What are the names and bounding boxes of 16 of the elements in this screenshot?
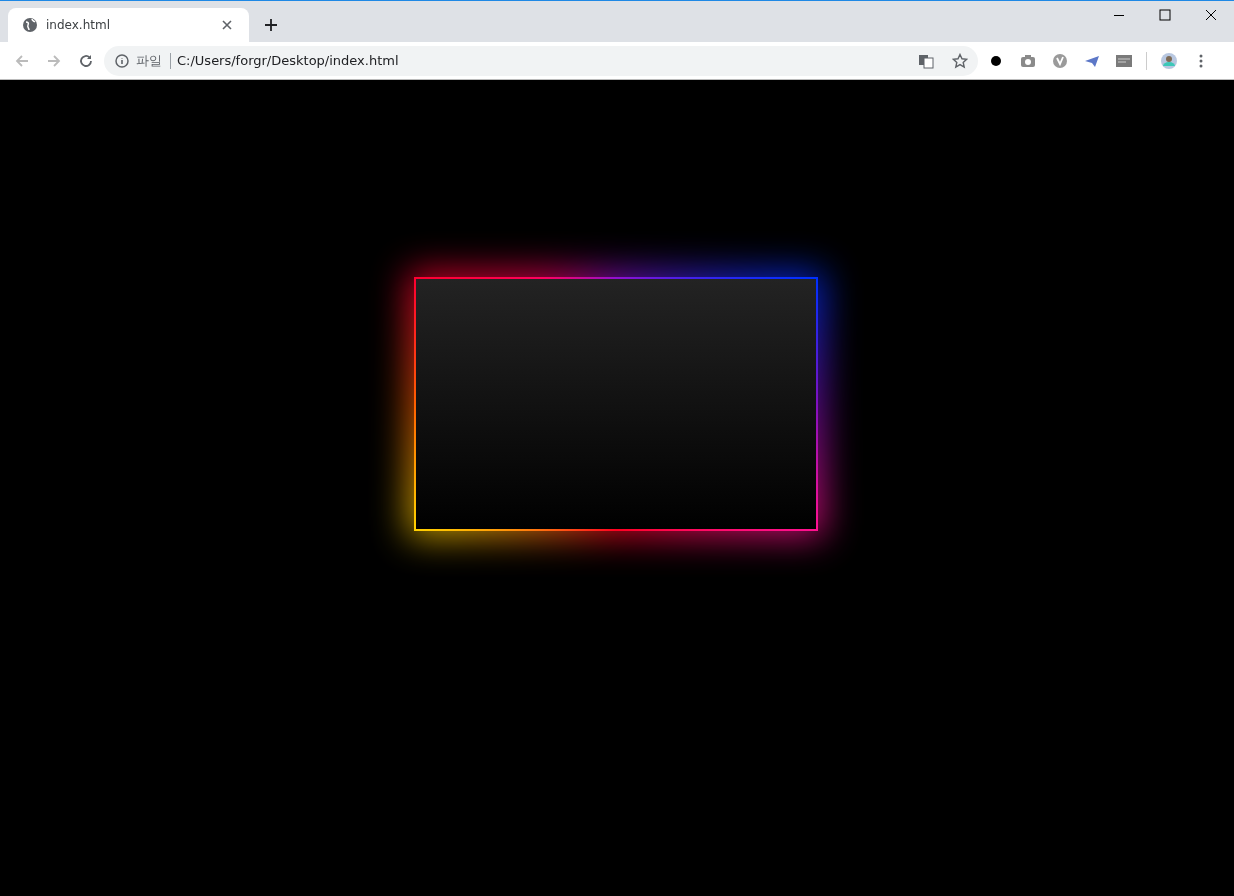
translate-icon (918, 52, 934, 69)
reload-icon (78, 52, 94, 69)
info-icon (114, 52, 130, 69)
forward-arrow-icon (46, 52, 62, 69)
scheme-label: 파일 (136, 52, 171, 69)
plus-icon (263, 17, 279, 33)
minimize-icon (1114, 14, 1124, 16)
url-text: C:/Users/forgr/Desktop/index.html (177, 53, 400, 68)
tab-title: index.html (46, 18, 111, 32)
browser-tab[interactable]: index.html (8, 8, 249, 42)
globe-icon (22, 17, 38, 33)
star-icon (952, 52, 968, 69)
maximize-icon (1157, 7, 1173, 23)
close-icon (1203, 7, 1219, 23)
back-arrow-icon (14, 52, 30, 69)
address-bar[interactable]: 파일 C:/Users/forgr/Desktop/index.html (104, 45, 978, 76)
